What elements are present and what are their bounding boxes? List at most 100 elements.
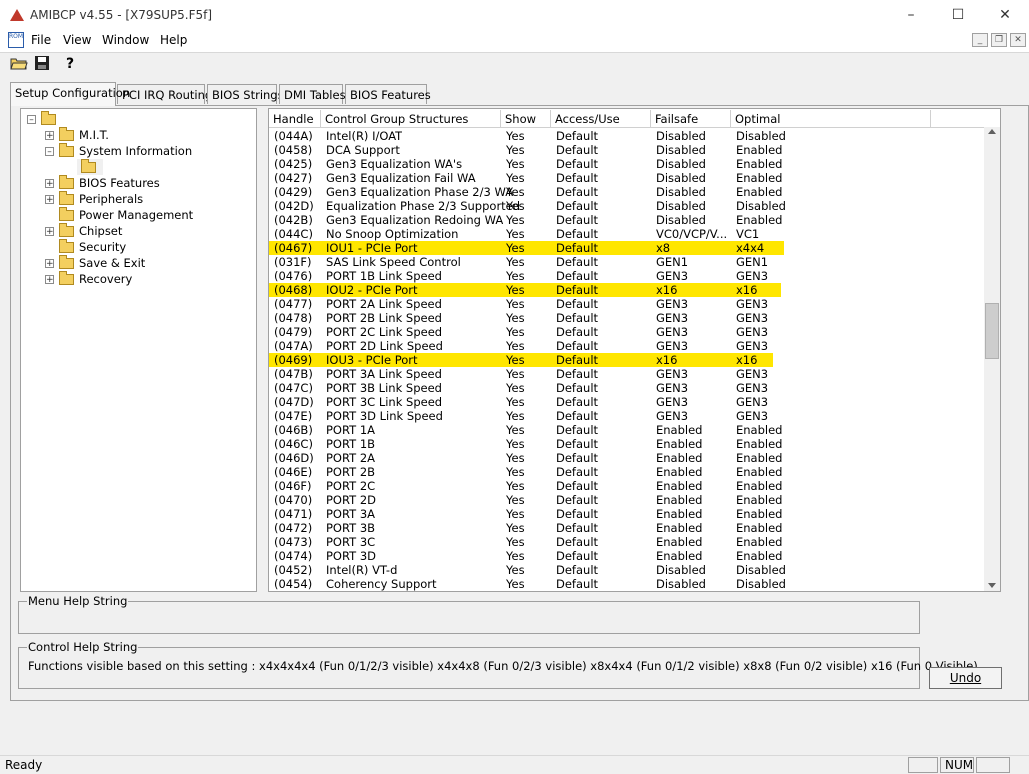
table-row[interactable]: (0470) PORT 2D Yes Default Enabled Enabled (269, 493, 969, 507)
tree-node-security[interactable]: Security (43, 239, 243, 255)
mdi-minimize-icon[interactable]: _ (972, 33, 988, 47)
save-disk-icon[interactable] (32, 55, 52, 74)
column-header-optimal[interactable]: Optimal (731, 110, 931, 127)
table-row[interactable]: (046D) PORT 2A Yes Default Enabled Enabled (269, 451, 969, 465)
tree-node-save-exit[interactable]: + Save & Exit (43, 255, 243, 271)
column-header-failsafe[interactable]: Failsafe (651, 110, 731, 127)
scroll-down-arrow-icon[interactable] (988, 583, 996, 588)
table-row[interactable]: (044A) Intel(R) I/OAT Yes Default Disabled Di… (269, 129, 969, 143)
cell-handle: (0467) (274, 241, 313, 255)
table-row[interactable]: (0458) DCA Support Yes Default Disabled Enabl… (269, 143, 969, 157)
expand-icon[interactable]: + (45, 227, 54, 237)
help-icon[interactable]: ? (60, 55, 80, 74)
expand-icon[interactable]: + (45, 259, 54, 269)
tree-node-power-management[interactable]: Power Management (43, 207, 243, 223)
scroll-up-arrow-icon[interactable] (988, 129, 996, 134)
table-row[interactable]: (0474) PORT 3D Yes Default Enabled Enabled (269, 549, 969, 563)
cell-show: Yes (506, 185, 525, 199)
table-row[interactable]: (0452) Intel(R) VT-d Yes Default Disabled Dis… (269, 563, 969, 577)
table-row[interactable]: (0469) IOU3 - PCIe Port Yes Default x16 x16 (269, 353, 773, 367)
menu-help[interactable]: Help (160, 33, 187, 47)
table-row[interactable]: (031F) SAS Link Speed Control Yes Default GE… (269, 255, 969, 269)
grid-vertical-scrollbar[interactable] (984, 127, 1000, 591)
collapse-icon[interactable]: – (45, 147, 54, 157)
open-folder-icon[interactable] (9, 55, 29, 74)
table-row[interactable]: (0425) Gen3 Equalization WA's Yes Default Di… (269, 157, 969, 171)
table-row[interactable]: (042D) Equalization Phase 2/3 Supported Ye… (269, 199, 969, 213)
table-row[interactable]: (047B) PORT 3A Link Speed Yes Default GEN3 GE… (269, 367, 969, 381)
menu-window[interactable]: Window (102, 33, 149, 47)
table-row[interactable]: (0479) PORT 2C Link Speed Yes Default GEN3 GE… (269, 325, 969, 339)
table-row[interactable]: (0427) Gen3 Equalization Fail WA Yes Defaul… (269, 171, 969, 185)
tab-pci-irq-routing[interactable]: PCI IRQ Routing (117, 84, 212, 104)
table-row[interactable]: (047E) PORT 3D Link Speed Yes Default GEN3 GE… (269, 409, 969, 423)
table-row[interactable]: (0477) PORT 2A Link Speed Yes Default GEN3 GE… (269, 297, 969, 311)
table-row[interactable]: (0476) PORT 1B Link Speed Yes Default GEN3 GE… (269, 269, 969, 283)
table-row[interactable]: (0468) IOU2 - PCIe Port Yes Default x16 x16 (269, 283, 781, 297)
table-row[interactable]: (0467) IOU1 - PCIe Port Yes Default x8 x4x4 (269, 241, 784, 255)
folder-icon (59, 175, 74, 189)
table-row[interactable]: (046E) PORT 2B Yes Default Enabled Enabled (269, 465, 969, 479)
maximize-button[interactable]: ☐ (935, 4, 981, 26)
table-row[interactable]: (0478) PORT 2B Link Speed Yes Default GEN3 GE… (269, 311, 969, 325)
cell-show: Yes (506, 549, 525, 563)
table-row[interactable]: (042B) Gen3 Equalization Redoing WA Yes Def… (269, 213, 969, 227)
cell-optimal: Disabled (736, 563, 786, 577)
cell-show: Yes (506, 325, 525, 339)
mdi-close-icon[interactable]: ✕ (1010, 33, 1026, 47)
tree-node-mit[interactable]: + M.I.T. (43, 127, 243, 143)
table-row[interactable]: (047C) PORT 3B Link Speed Yes Default GEN3 GE… (269, 381, 969, 395)
tab-bios-features[interactable]: BIOS Features (345, 84, 431, 104)
table-row[interactable]: (046C) PORT 1B Yes Default Enabled Enabled (269, 437, 969, 451)
table-row[interactable]: (047A) PORT 2D Link Speed Yes Default GEN3 GE… (269, 339, 969, 353)
control-group-grid[interactable]: Handle Control Group Structures Show Acc… (268, 108, 1001, 592)
cell-name: Gen3 Equalization WA's (326, 157, 463, 171)
tree-node-bios-features[interactable]: + BIOS Features (43, 175, 243, 191)
table-row[interactable]: (046F) PORT 2C Yes Default Enabled Enabled (269, 479, 969, 493)
rom-document-icon[interactable]: ROM (8, 32, 24, 48)
expand-icon[interactable]: + (45, 179, 54, 189)
setup-tree[interactable]: – + M.I.T. – System Information + BIOS F… (20, 108, 257, 592)
cell-optimal: x4x4 (736, 241, 765, 255)
table-row[interactable]: (0472) PORT 3B Yes Default Enabled Enabled (269, 521, 969, 535)
table-row[interactable]: (044C) No Snoop Optimization Yes Default VC0… (269, 227, 969, 241)
tree-node-root[interactable]: – (25, 111, 85, 127)
tab-setup-configuration[interactable]: Setup Configuration (10, 82, 130, 106)
cell-handle: (0470) (274, 493, 313, 507)
table-row[interactable]: (0454) Coherency Support Yes Default Disable… (269, 577, 969, 591)
menu-view[interactable]: View (63, 33, 91, 47)
close-button[interactable]: ✕ (982, 4, 1028, 26)
tree-node-peripherals[interactable]: + Peripherals (43, 191, 243, 207)
cell-optimal: GEN3 (736, 339, 769, 353)
cell-handle: (0427) (274, 171, 313, 185)
column-header-control-group[interactable]: Control Group Structures (321, 110, 501, 127)
table-row[interactable]: (0473) PORT 3C Yes Default Enabled Enabled (269, 535, 969, 549)
column-header-handle[interactable]: Handle (269, 110, 321, 127)
tab-bios-strings[interactable]: BIOS Strings (207, 84, 284, 104)
open-folder-icon (81, 159, 96, 173)
mdi-restore-icon[interactable]: ❐ (991, 33, 1007, 47)
expand-icon[interactable]: + (45, 131, 54, 141)
expand-icon[interactable]: + (45, 275, 54, 285)
tree-node-system-information-child[interactable] (77, 159, 103, 175)
tree-node-chipset[interactable]: + Chipset (43, 223, 243, 239)
table-row[interactable]: (0429) Gen3 Equalization Phase 2/3 WA Yes D… (269, 185, 969, 199)
cell-handle: (0476) (274, 269, 313, 283)
menu-file[interactable]: File (31, 33, 51, 47)
cell-name: DCA Support (326, 143, 400, 157)
expand-icon[interactable]: + (45, 195, 54, 205)
column-header-show[interactable]: Show (501, 110, 551, 127)
cell-show: Yes (506, 269, 525, 283)
table-row[interactable]: (0471) PORT 3A Yes Default Enabled Enabled (269, 507, 969, 521)
column-header-access[interactable]: Access/Use (551, 110, 651, 127)
tab-dmi-tables[interactable]: DMI Tables (279, 84, 346, 104)
minimize-button[interactable]: – (888, 4, 934, 26)
scroll-thumb[interactable] (985, 303, 999, 359)
table-row[interactable]: (046B) PORT 1A Yes Default Enabled Enabled (269, 423, 969, 437)
tree-node-recovery[interactable]: + Recovery (43, 271, 243, 287)
table-row[interactable]: (047D) PORT 3C Link Speed Yes Default GEN3 GE… (269, 395, 969, 409)
tree-node-system-information[interactable]: – System Information (43, 143, 243, 159)
cell-show: Yes (506, 143, 525, 157)
undo-button[interactable]: Undo (929, 667, 1002, 689)
collapse-icon[interactable]: – (27, 115, 36, 125)
